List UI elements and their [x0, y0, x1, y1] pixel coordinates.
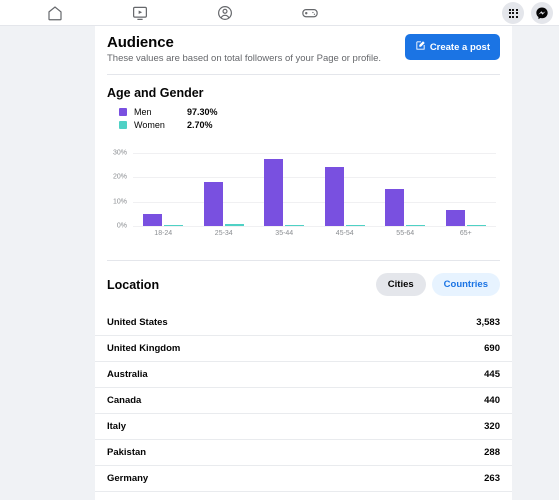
chart-bar-men[interactable]: [143, 213, 163, 226]
chart-bar-men[interactable]: [445, 210, 465, 226]
legend-swatch-women: [119, 121, 127, 129]
location-row[interactable]: Germany 263: [95, 466, 512, 492]
location-count: 320: [484, 421, 500, 432]
chart-y-tick: 20%: [112, 173, 127, 181]
chart-bars: [133, 148, 496, 226]
chart-bar-women[interactable]: [406, 225, 426, 226]
location-row[interactable]: Canada 440: [95, 388, 512, 414]
home-icon[interactable]: [44, 2, 66, 24]
grid-glyph: [508, 8, 518, 18]
chart-x-label: 45-54: [335, 230, 354, 237]
chart-y-tick: 10%: [112, 198, 127, 206]
location-row[interactable]: Australia 445: [95, 362, 512, 388]
location-row[interactable]: Italy 320: [95, 414, 512, 440]
location-name: United Kingdom: [107, 343, 181, 354]
watch-icon[interactable]: [129, 2, 151, 24]
audience-header: Audience These values are based on total…: [95, 26, 512, 64]
messenger-icon[interactable]: [531, 2, 553, 24]
chart-x-label: 18-24: [154, 230, 173, 237]
location-row[interactable]: Pakistan 288: [95, 440, 512, 466]
location-row[interactable]: United States 3,583: [95, 310, 512, 336]
page-title: Audience: [107, 34, 174, 51]
create-post-button[interactable]: Create a post: [404, 34, 500, 60]
chart-plot-area: 0% 10% 20% 30%: [113, 148, 500, 230]
audience-card: Audience These values are based on total…: [95, 26, 512, 500]
location-header: Location Cities Countries: [95, 261, 512, 296]
chart-y-tick: 0%: [116, 222, 127, 230]
legend-value-men: 97.30%: [187, 107, 218, 117]
compose-icon: [415, 40, 426, 54]
location-name: Australia: [107, 369, 148, 380]
menu-grid-icon[interactable]: [502, 2, 524, 24]
location-name: Germany: [107, 473, 149, 484]
legend-label-women: Women: [134, 120, 165, 130]
chart-bar-men[interactable]: [324, 166, 344, 226]
chart-bar-group[interactable]: [315, 148, 376, 226]
chart-bar-women[interactable]: [466, 225, 486, 226]
chart-bar-group[interactable]: [436, 148, 497, 226]
location-count: 445: [484, 369, 500, 380]
location-count: 690: [484, 343, 500, 354]
chart-bar-group[interactable]: [194, 148, 255, 226]
chart-bar-women[interactable]: [345, 225, 365, 226]
chart-bar-men[interactable]: [385, 189, 405, 226]
top-navigation-bar: [0, 0, 559, 26]
location-count: 3,583: [476, 317, 500, 328]
legend-item-women: Women 2.70%: [119, 120, 500, 130]
chart-legend: Men 97.30% Women 2.70%: [95, 100, 512, 130]
legend-label-men: Men: [134, 107, 152, 117]
chart-bar-women[interactable]: [224, 224, 244, 226]
location-name: Pakistan: [107, 447, 147, 458]
chart-gridline: [133, 226, 496, 227]
gaming-icon[interactable]: [299, 2, 321, 24]
location-count: 288: [484, 447, 500, 458]
location-row[interactable]: United Kingdom 690: [95, 336, 512, 362]
chart-bar-women[interactable]: [285, 224, 305, 226]
location-name: Canada: [107, 395, 142, 406]
chart-x-label: 55-64: [396, 230, 415, 237]
legend-item-men: Men 97.30%: [119, 107, 500, 117]
location-count: 263: [484, 473, 500, 484]
location-name: Italy: [107, 421, 127, 432]
location-name: United States: [107, 317, 168, 328]
top-nav-right-group: [502, 0, 553, 26]
chart-bar-men[interactable]: [203, 182, 223, 226]
chart-x-label: 35-44: [275, 230, 294, 237]
legend-value-women: 2.70%: [187, 120, 213, 130]
tab-countries[interactable]: Countries: [431, 273, 500, 296]
chart-bar-group[interactable]: [375, 148, 436, 226]
chart-x-label: 65+: [459, 230, 472, 237]
top-nav-left-group: [44, 2, 321, 24]
create-post-label: Create a post: [429, 41, 490, 53]
chart-bar-men[interactable]: [264, 158, 284, 226]
chart-bar-women[interactable]: [164, 224, 184, 226]
age-gender-bar-chart: 0% 10% 20% 30% 18-24 25-34 35-44 45-54 55-64 65+: [107, 148, 500, 248]
chart-bar-group[interactable]: [254, 148, 315, 226]
chart-x-label: 25-34: [214, 230, 233, 237]
chart-bar-group[interactable]: [133, 148, 194, 226]
location-title: Location: [107, 277, 160, 292]
chart-x-axis-labels: 18-24 25-34 35-44 45-54 55-64 65+: [133, 230, 496, 237]
location-list: United States 3,583 United Kingdom 690 Austr…: [95, 310, 512, 500]
location-count: 440: [484, 395, 500, 406]
location-tabs: Cities Countries: [375, 273, 500, 296]
location-row[interactable]: Philippines255: [95, 492, 512, 500]
tab-cities[interactable]: Cities: [375, 273, 426, 296]
age-gender-title: Age and Gender: [107, 86, 204, 100]
groups-icon[interactable]: [214, 2, 236, 24]
audience-header-text: Audience These values are based on total…: [107, 34, 381, 64]
legend-swatch-men: [119, 108, 127, 116]
chart-y-tick: 30%: [112, 149, 127, 157]
audience-subtitle: These values are based on total follower…: [107, 53, 382, 64]
